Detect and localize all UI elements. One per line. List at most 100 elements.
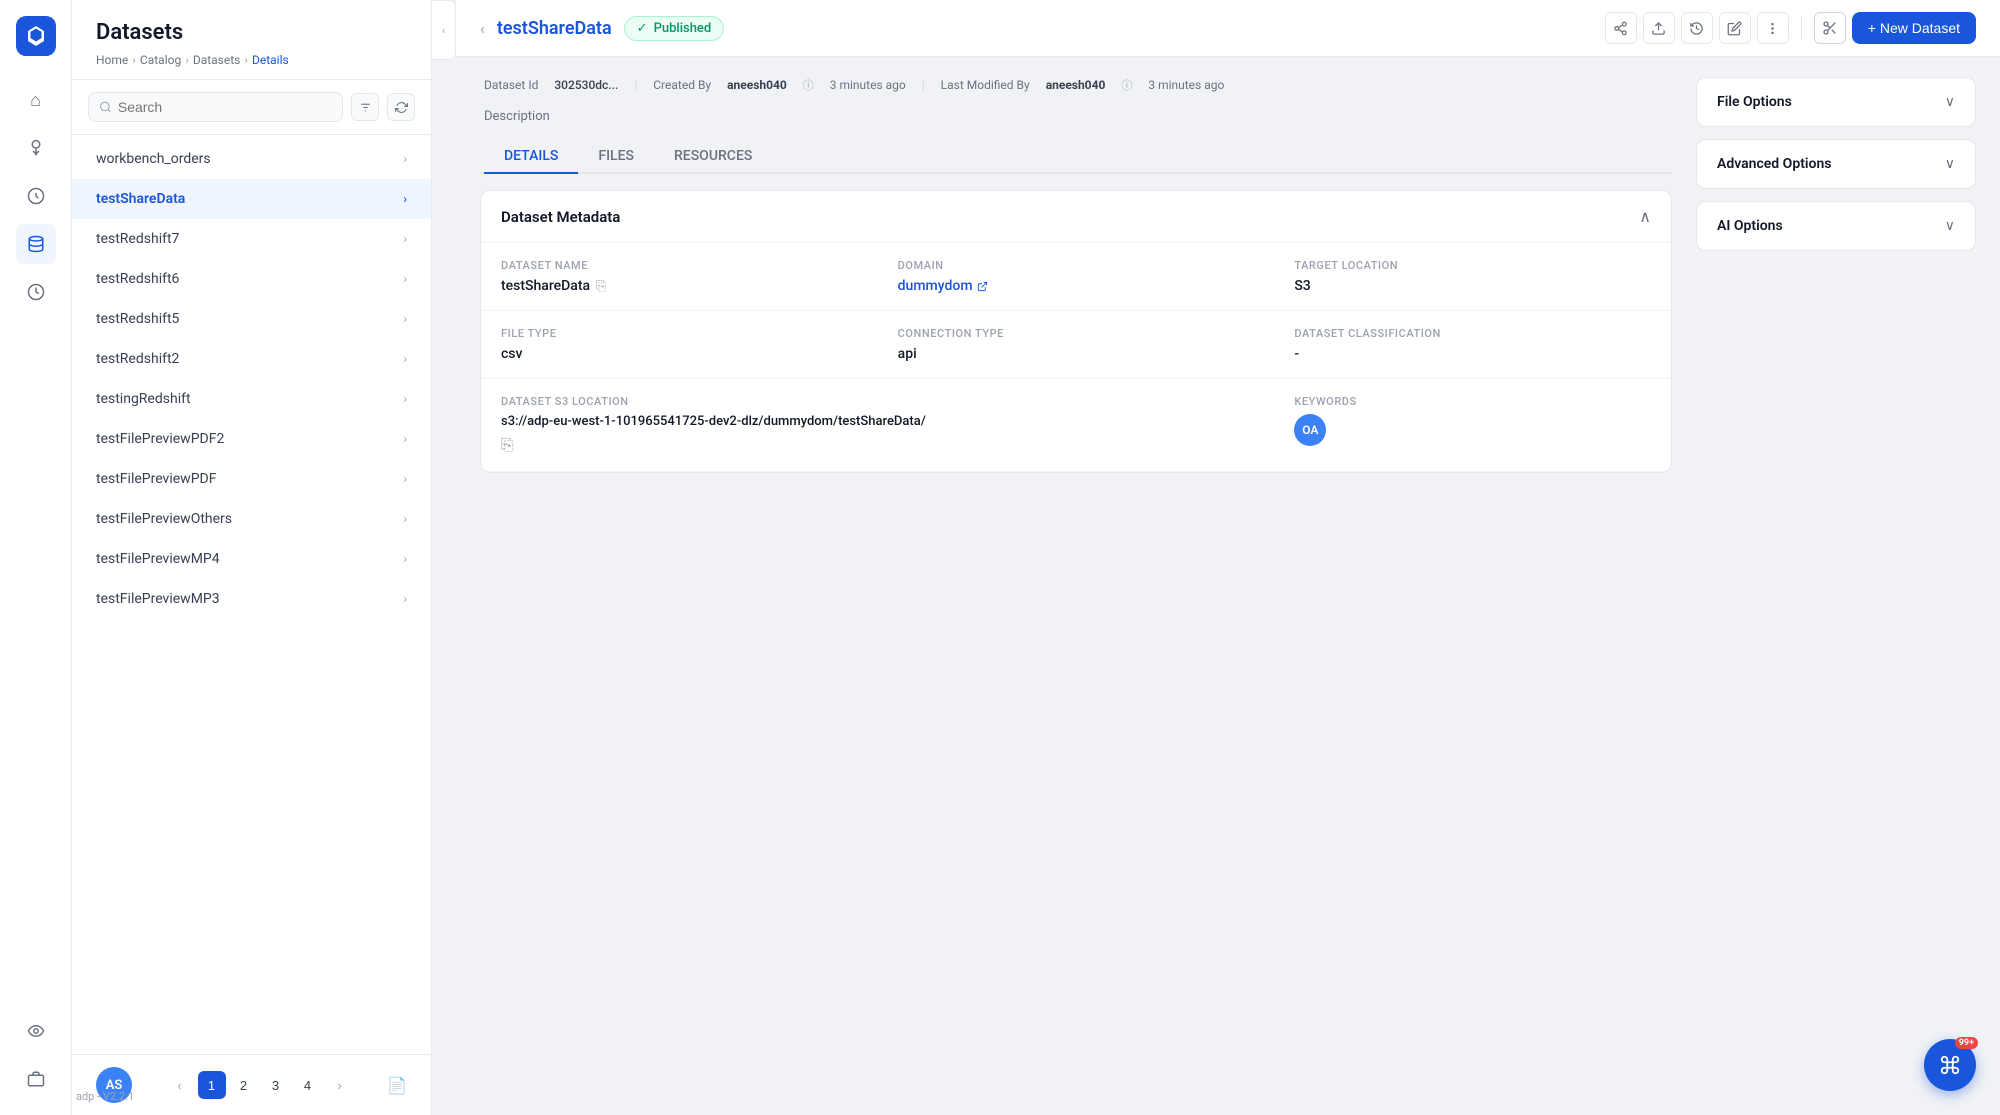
ai-options-header[interactable]: AI Options ∨ xyxy=(1697,202,1975,250)
nav-clock-icon[interactable] xyxy=(16,272,56,312)
list-item-active[interactable]: testShareData › xyxy=(72,179,431,219)
field-dataset-name: Dataset Name testShareData ⎘ xyxy=(481,243,878,311)
page-2-button[interactable]: 2 xyxy=(230,1071,258,1099)
doc-icon: 📄 xyxy=(387,1076,407,1095)
left-panel-header: Datasets Home › Catalog › Datasets › Det… xyxy=(72,0,431,80)
copy-dataset-name-icon[interactable]: ⎘ xyxy=(596,279,606,294)
keywords-value: OA xyxy=(1294,414,1651,446)
fab-badge: 99+ xyxy=(1955,1037,1978,1049)
field-s3-location: Dataset S3 Location s3://adp-eu-west-1-1… xyxy=(481,379,1274,472)
page-4-button[interactable]: 4 xyxy=(294,1071,322,1099)
field-dataset-classification: Dataset Classification - xyxy=(1274,311,1671,379)
top-bar: ‹ testShareData ✓ Published xyxy=(456,0,2000,57)
list-item[interactable]: testRedshift6 › xyxy=(72,259,431,299)
dataset-classification-label: Dataset Classification xyxy=(1294,327,1651,340)
published-badge: ✓ Published xyxy=(624,16,725,41)
nav-filter-icon[interactable] xyxy=(16,128,56,168)
edit-button[interactable] xyxy=(1719,12,1751,44)
dataset-name-label: Dataset Name xyxy=(501,259,858,272)
refresh-button[interactable] xyxy=(387,93,415,121)
field-target-location: Target Location S3 xyxy=(1274,243,1671,311)
description-label: Description xyxy=(484,109,550,124)
app-logo[interactable] xyxy=(16,16,56,56)
description-row: Description xyxy=(480,109,1672,124)
top-bar-left: ‹ testShareData ✓ Published xyxy=(480,16,724,41)
list-item[interactable]: testRedshift2 › xyxy=(72,339,431,379)
breadcrumb-catalog[interactable]: Catalog xyxy=(140,53,181,67)
nav-home-icon[interactable]: ⌂ xyxy=(16,80,56,120)
new-dataset-button[interactable]: + New Dataset xyxy=(1852,12,1976,44)
chevron-right-icon: › xyxy=(403,512,407,526)
dataset-name-value: testShareData ⎘ xyxy=(501,278,858,294)
list-item[interactable]: workbench_orders › xyxy=(72,139,431,179)
published-label: Published xyxy=(654,21,712,36)
s3-location-label: Dataset S3 Location xyxy=(501,395,1254,408)
search-icon xyxy=(99,100,112,114)
filter-button[interactable] xyxy=(351,93,379,121)
left-panel-footer: AS ‹ 1 2 3 4 › 📄 xyxy=(72,1054,431,1115)
detail-area: Dataset Id 302530dc... | Created By anee… xyxy=(456,57,2000,1115)
top-bar-actions: + New Dataset xyxy=(1605,12,1976,44)
external-link-icon xyxy=(977,281,988,292)
back-button[interactable]: ‹ xyxy=(480,19,485,38)
chevron-right-icon: › xyxy=(403,192,407,206)
prev-page-button[interactable]: ‹ xyxy=(166,1071,194,1099)
right-panel: File Options ∨ Advanced Options ∨ AI Opt… xyxy=(1696,77,1976,1095)
ai-options-chevron: ∨ xyxy=(1945,218,1955,234)
keyword-badge[interactable]: OA xyxy=(1294,414,1326,446)
list-item[interactable]: testRedshift7 › xyxy=(72,219,431,259)
export-button[interactable] xyxy=(1643,12,1675,44)
domain-link[interactable]: dummydom xyxy=(898,278,988,294)
list-item[interactable]: testFilePreviewPDF2 › xyxy=(72,419,431,459)
list-item[interactable]: testFilePreviewMP4 › xyxy=(72,539,431,579)
created-time: 3 minutes ago xyxy=(830,78,906,92)
file-type-value: csv xyxy=(501,346,858,362)
advanced-options-header[interactable]: Advanced Options ∨ xyxy=(1697,140,1975,188)
collapse-icon[interactable]: ∧ xyxy=(1639,207,1651,226)
field-keywords: Keywords OA xyxy=(1274,379,1671,472)
chevron-right-icon: › xyxy=(403,432,407,446)
advanced-options-chevron: ∨ xyxy=(1945,156,1955,172)
copy-s3-icon[interactable]: ⎘ xyxy=(501,435,514,455)
search-input-wrap[interactable] xyxy=(88,92,343,122)
ai-options-card: AI Options ∨ xyxy=(1696,201,1976,251)
history-button[interactable] xyxy=(1681,12,1713,44)
dataset-list: workbench_orders › testShareData › testR… xyxy=(72,135,431,1054)
nav-datasets-icon[interactable] xyxy=(16,224,56,264)
check-icon: ✓ xyxy=(637,21,648,36)
file-options-header[interactable]: File Options ∨ xyxy=(1697,78,1975,126)
page-3-button[interactable]: 3 xyxy=(262,1071,290,1099)
search-input[interactable] xyxy=(118,99,332,115)
nav-box-icon[interactable] xyxy=(16,1059,56,1099)
scissors-button[interactable] xyxy=(1814,12,1846,44)
fab-button[interactable]: 99+ xyxy=(1924,1039,1976,1091)
tab-resources[interactable]: RESOURCES xyxy=(654,140,772,174)
chevron-right-icon: › xyxy=(403,552,407,566)
nav-chart-icon[interactable] xyxy=(16,176,56,216)
share-button[interactable] xyxy=(1605,12,1637,44)
list-item[interactable]: testFilePreviewPDF › xyxy=(72,459,431,499)
file-options-title: File Options xyxy=(1717,94,1792,110)
list-item[interactable]: testRedshift5 › xyxy=(72,299,431,339)
tabs: DETAILS FILES RESOURCES xyxy=(480,140,1672,174)
page-1-button[interactable]: 1 xyxy=(198,1071,226,1099)
list-item[interactable]: testFilePreviewOthers › xyxy=(72,499,431,539)
breadcrumb-datasets[interactable]: Datasets xyxy=(193,53,241,67)
tab-details[interactable]: DETAILS xyxy=(484,140,578,174)
divider xyxy=(1801,16,1802,40)
list-item[interactable]: testFilePreviewMP3 › xyxy=(72,579,431,619)
domain-label: Domain xyxy=(898,259,1255,272)
more-options-button[interactable] xyxy=(1757,12,1789,44)
tab-files[interactable]: FILES xyxy=(578,140,654,174)
metadata-card-title: Dataset Metadata xyxy=(501,208,620,226)
dataset-title[interactable]: testShareData xyxy=(497,18,612,39)
collapse-toggle[interactable]: ‹ xyxy=(432,0,456,60)
next-page-button[interactable]: › xyxy=(326,1071,354,1099)
metadata-card-header[interactable]: Dataset Metadata ∧ xyxy=(481,191,1671,243)
nav-waves-icon[interactable] xyxy=(16,1011,56,1051)
modified-by-user: aneesh040 xyxy=(1046,78,1106,92)
list-item[interactable]: testingRedshift › xyxy=(72,379,431,419)
breadcrumb-home[interactable]: Home xyxy=(96,53,128,67)
page-title: Datasets xyxy=(96,20,407,45)
domain-value: dummydom xyxy=(898,278,1255,294)
